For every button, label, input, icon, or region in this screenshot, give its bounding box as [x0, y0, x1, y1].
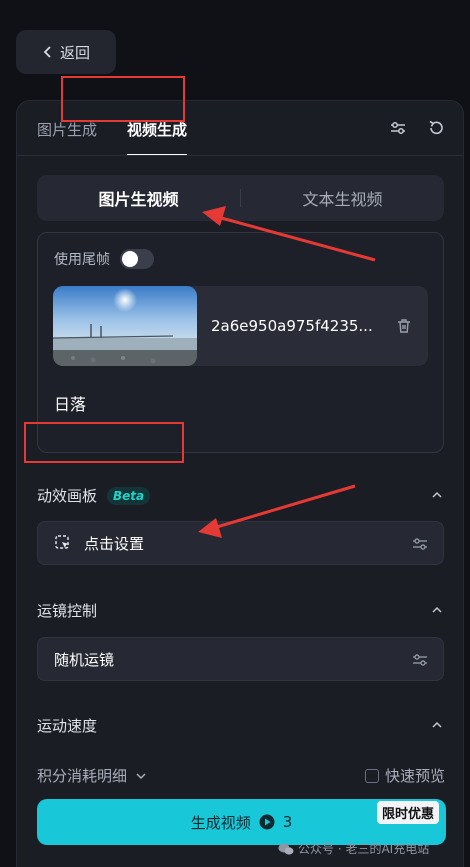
chevron-up-icon[interactable]	[431, 489, 443, 501]
camera-control-value: 随机运镜	[54, 650, 115, 669]
fast-preview-option[interactable]: 快速预览	[364, 765, 445, 786]
beta-badge: Beta	[107, 486, 151, 505]
fast-preview-checkbox[interactable]	[364, 768, 379, 783]
chevron-up-icon[interactable]	[431, 719, 443, 731]
credit-details-toggle[interactable]: 积分消耗明细	[37, 765, 147, 786]
trash-icon[interactable]	[396, 318, 412, 334]
settings-sliders-icon[interactable]	[389, 119, 407, 137]
adjust-icon[interactable]	[411, 535, 429, 553]
credit-details-label: 积分消耗明细	[37, 767, 128, 785]
mode-switch: 图片生视频 文本生视频	[37, 175, 444, 221]
motion-panel-title: 动效画板 Beta	[37, 485, 151, 506]
tab-divider	[17, 155, 463, 156]
annotation-highlight-mode	[61, 76, 185, 122]
motion-panel-setup-button[interactable]: 点击设置	[37, 521, 444, 565]
tab-video-generation[interactable]: 视频生成	[127, 119, 188, 156]
watermark: 公众号 · 老三的AI充电站	[278, 840, 429, 857]
tail-frame-label: 使用尾帧	[54, 252, 110, 268]
prompt-text[interactable]: 日落	[54, 391, 86, 415]
wechat-icon	[278, 843, 294, 855]
back-label: 返回	[59, 43, 90, 62]
tab-image-generation[interactable]: 图片生成	[37, 119, 97, 156]
watermark-text: 公众号 · 老三的AI充电站	[298, 842, 430, 856]
chevron-left-icon	[43, 46, 51, 58]
uploaded-image-row: 2a6e950a975f4235...	[53, 286, 428, 366]
annotation-highlight-setup	[24, 422, 184, 463]
generate-label: 生成视频	[190, 813, 251, 832]
motion-panel-button-label: 点击设置	[84, 534, 145, 553]
image-thumbnail[interactable]	[53, 286, 197, 366]
generation-panel: 图片生成 视频生成 图片生视频 文本生视频 使用尾帧 2a6e950a975f4…	[16, 100, 464, 867]
camera-control-title: 运镜控制	[37, 602, 98, 620]
tab-bar: 图片生成 视频生成	[37, 119, 188, 156]
motion-speed-title: 运动速度	[37, 717, 98, 735]
tail-frame-toggle[interactable]	[120, 249, 154, 269]
chevron-down-icon	[136, 772, 146, 779]
chevron-up-icon[interactable]	[431, 604, 443, 616]
select-area-icon	[55, 535, 69, 549]
reset-icon[interactable]	[427, 119, 445, 137]
back-button[interactable]: 返回	[16, 30, 116, 74]
image-filename: 2a6e950a975f4235...	[211, 317, 373, 335]
camera-control-select[interactable]: 随机运镜	[37, 637, 444, 681]
fast-preview-label: 快速预览	[384, 767, 445, 785]
source-image-card: 使用尾帧 2a6e950a975f4235... 日落	[37, 232, 444, 453]
mode-image-to-video[interactable]: 图片生视频	[37, 186, 240, 210]
mode-text-to-video[interactable]: 文本生视频	[241, 186, 444, 210]
generate-cost: 3	[282, 813, 293, 831]
adjust-icon[interactable]	[411, 651, 429, 669]
credit-coin-icon	[259, 814, 275, 830]
promo-badge: 限时优惠	[377, 801, 440, 824]
